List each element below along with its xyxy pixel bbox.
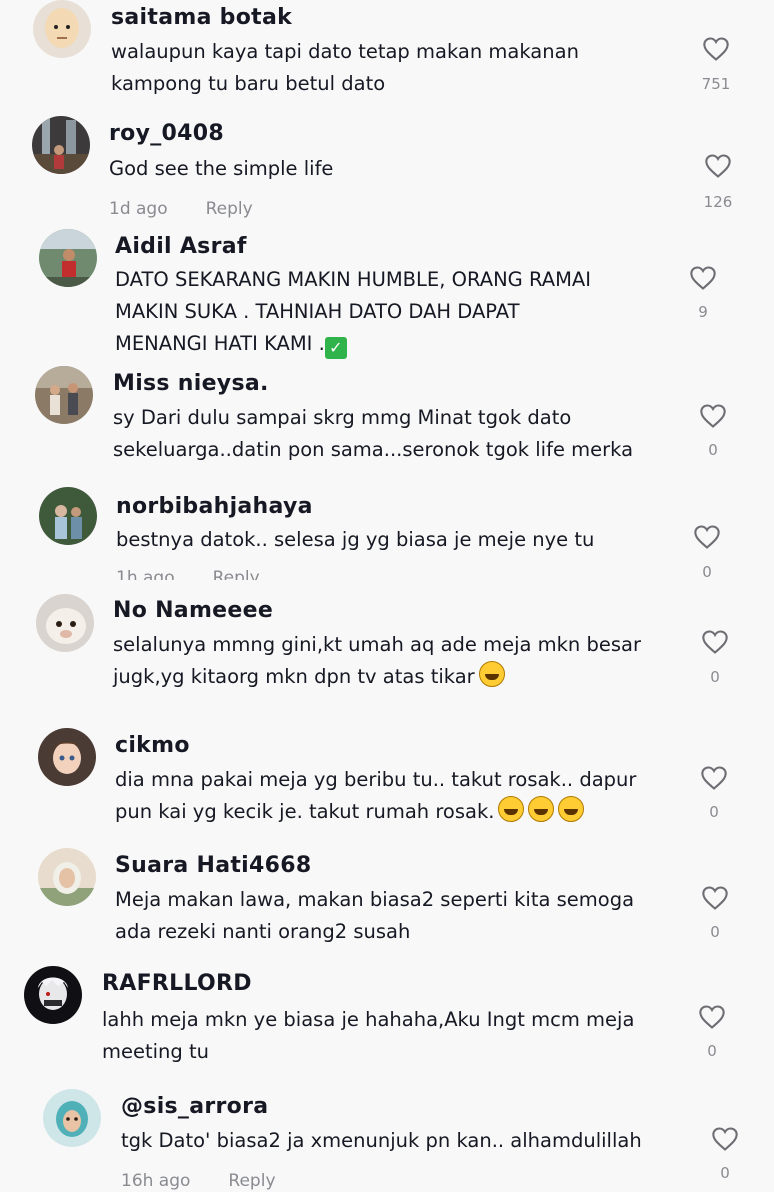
like-count: 0 — [710, 668, 720, 686]
comment-text: lahh meja mkn ye biasa je hahaha,Aku Ing… — [102, 1008, 635, 1063]
check-mark-icon: ✓ — [324, 337, 347, 359]
heart-icon[interactable] — [688, 265, 718, 291]
comment-username[interactable]: cikmo — [115, 733, 190, 758]
comment-username[interactable]: Miss nieysa. — [113, 371, 269, 396]
comment-time: 16h ago — [121, 1171, 191, 1191]
like-count: 751 — [701, 75, 731, 93]
comment-username[interactable]: Aidil Asraf — [115, 234, 247, 259]
comment-text: dia mna pakai meja yg beribu tu.. takut … — [115, 768, 637, 823]
comment-username[interactable]: No Nameeee — [113, 598, 273, 623]
outdoor-person-avatar[interactable] — [39, 229, 97, 287]
comment-username[interactable]: saitama botak — [111, 5, 292, 30]
comment-meta-clip: 1h ago Reply — [116, 566, 416, 580]
comment-text: tgk Dato' biasa2 ja xmenunjuk pn kan.. a… — [121, 1129, 642, 1152]
comment-text: God see the simple life — [109, 157, 334, 180]
comment-username[interactable]: norbibahjahaya — [116, 494, 313, 519]
heart-icon[interactable] — [701, 36, 731, 62]
comment-text: sy Dari dulu sampai skrg mmg Minat tgok … — [113, 406, 634, 461]
couple-photo-avatar[interactable] — [39, 487, 97, 545]
heart-icon[interactable] — [710, 1126, 740, 1152]
like-count: 0 — [707, 1042, 717, 1060]
heart-icon[interactable] — [692, 524, 722, 550]
comment-text: selalunya mmng gini,kt umah aq ade meja … — [113, 633, 641, 688]
waterfall-photo-avatar[interactable] — [32, 116, 90, 174]
comment-text: Meja makan lawa, makan biasa2 seperti ki… — [115, 888, 635, 943]
like-count: 0 — [708, 441, 718, 459]
comment-meta: 1d ago Reply — [109, 199, 291, 219]
comment-username[interactable]: RAFRLLORD — [102, 971, 252, 996]
reply-button[interactable]: Reply — [228, 1171, 275, 1191]
comment-username[interactable]: roy_0408 — [109, 121, 224, 146]
heart-icon[interactable] — [700, 885, 730, 911]
bald-head-avatar[interactable] — [33, 0, 91, 58]
comment-time: 1d ago — [109, 199, 168, 219]
hijab-selfie-avatar[interactable] — [43, 1089, 101, 1147]
heart-icon[interactable] — [698, 403, 728, 429]
heart-icon[interactable] — [703, 153, 733, 179]
monkey-avatar[interactable] — [36, 594, 94, 652]
comment-meta: 16h ago Reply — [121, 1171, 314, 1191]
heart-icon[interactable] — [700, 629, 730, 655]
hijab-woman-avatar[interactable] — [38, 848, 96, 906]
like-count: 9 — [698, 303, 708, 321]
joy-emoji-icon — [498, 796, 525, 822]
joy-emoji-icon — [528, 796, 555, 822]
comment-text: walaupun kaya tapi dato tetap makan maka… — [111, 40, 579, 95]
cartoon-girl-avatar[interactable] — [38, 728, 96, 786]
comment-meta: 1h ago Reply — [116, 568, 298, 580]
reply-button[interactable]: Reply — [206, 199, 253, 219]
comments-screen: { "comments": [ {"username":"saitama bot… — [0, 0, 774, 1192]
family-photo-avatar[interactable] — [35, 366, 93, 424]
heart-icon[interactable] — [697, 1004, 727, 1030]
comment-username[interactable]: @sis_arrora — [121, 1094, 268, 1119]
like-count: 126 — [703, 193, 733, 211]
joy-emoji-icon — [558, 796, 585, 822]
like-count: 0 — [702, 563, 712, 581]
comment-username[interactable]: Suara Hati4668 — [115, 853, 311, 878]
reply-button[interactable]: Reply — [213, 568, 260, 580]
anime-character-avatar[interactable] — [24, 966, 82, 1024]
like-count: 0 — [709, 803, 719, 821]
comment-text: DATO SEKARANG MAKIN HUMBLE, ORANG RAMAI … — [115, 268, 591, 359]
comment-time: 1h ago — [116, 568, 175, 580]
grinning-sweat-emoji-icon — [478, 661, 505, 687]
like-count: 0 — [710, 923, 720, 941]
comment-text: bestnya datok.. selesa jg yg biasa je me… — [116, 528, 595, 551]
heart-icon[interactable] — [699, 765, 729, 791]
like-count: 0 — [720, 1164, 730, 1182]
